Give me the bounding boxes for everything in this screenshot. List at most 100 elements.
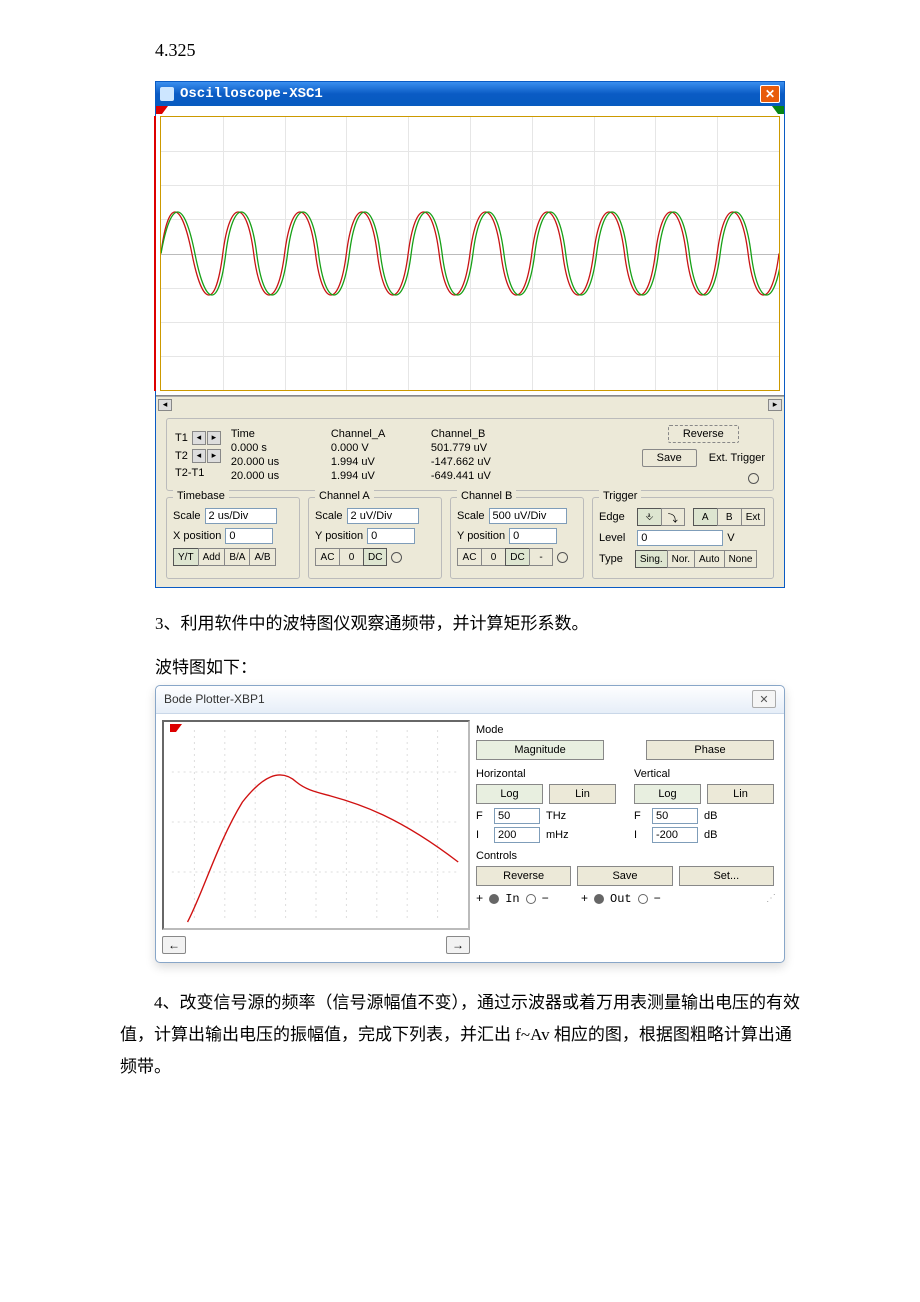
- edge-falling-icon[interactable]: ⤵: [661, 508, 685, 526]
- diff-time: 20.000 us: [231, 470, 321, 482]
- scroll-right-icon[interactable]: ▸: [768, 399, 782, 411]
- horiz-i-input[interactable]: 200: [494, 827, 540, 843]
- diff-cha: 1.994 uV: [331, 470, 421, 482]
- ext-trigger-radio[interactable]: [748, 473, 759, 484]
- t2-cha: 1.994 uV: [331, 456, 421, 468]
- vert-f-input[interactable]: 50: [652, 808, 698, 824]
- bode-reverse-button[interactable]: Reverse: [476, 866, 571, 886]
- trigger-level-unit: V: [727, 532, 734, 544]
- in-plus-port-icon[interactable]: [489, 894, 499, 904]
- trigger-type-label: Type: [599, 553, 623, 565]
- trigger-auto-button[interactable]: Auto: [694, 550, 724, 568]
- mode-add-button[interactable]: Add: [198, 548, 225, 566]
- chb-header: Channel_B: [431, 428, 521, 440]
- out-minus-port-icon[interactable]: [638, 894, 648, 904]
- cha-probe-radio[interactable]: [391, 552, 402, 563]
- chb-ypos-label: Y position: [457, 530, 505, 542]
- trigger-src-ext-button[interactable]: Ext: [741, 508, 765, 526]
- chb-0-button[interactable]: 0: [481, 548, 505, 566]
- horiz-log-button[interactable]: Log: [476, 784, 543, 804]
- oscilloscope-window: Oscilloscope-XSC1 ✕: [155, 81, 785, 588]
- horiz-f-unit: THz: [546, 810, 576, 822]
- trigger-src-b-button[interactable]: B: [717, 508, 741, 526]
- cursor-t2-marker-icon[interactable]: [772, 106, 784, 114]
- horizontal-scrollbar[interactable]: ◂ ▸: [156, 396, 784, 412]
- question-4-text: 4、改变信号源的频率（信号源幅值不变），通过示波器或着万用表测量输出电压的有效值…: [120, 987, 800, 1084]
- t2-step-right-icon[interactable]: ▸: [207, 449, 221, 463]
- bode-close-icon[interactable]: ✕: [752, 690, 776, 708]
- close-icon[interactable]: ✕: [760, 85, 780, 103]
- bode-save-button[interactable]: Save: [577, 866, 672, 886]
- cursor-t1-marker-icon[interactable]: [156, 106, 168, 114]
- cursor-t2-label: T2: [175, 450, 188, 462]
- trigger-legend: Trigger: [599, 490, 641, 502]
- vertical-label: Vertical: [634, 768, 774, 780]
- phase-button[interactable]: Phase: [646, 740, 774, 760]
- magnitude-button[interactable]: Magnitude: [476, 740, 604, 760]
- oscilloscope-screen: [156, 106, 784, 396]
- trigger-src-a-button[interactable]: A: [693, 508, 717, 526]
- save-button[interactable]: Save: [642, 449, 697, 467]
- t2-chb: -147.662 uV: [431, 456, 521, 468]
- chb-scale-input[interactable]: 500 uV/Div: [489, 508, 567, 524]
- bode-window: Bode Plotter-XBP1 ✕: [155, 685, 785, 963]
- out-plus-port-icon[interactable]: [594, 894, 604, 904]
- vert-f-unit: dB: [704, 810, 734, 822]
- mode-yt-button[interactable]: Y/T: [173, 548, 198, 566]
- chb-probe-radio[interactable]: [557, 552, 568, 563]
- t1-step-left-icon[interactable]: ◂: [192, 431, 206, 445]
- trigger-level-label: Level: [599, 532, 625, 544]
- trigger-sing-button[interactable]: Sing.: [635, 550, 667, 568]
- cha-dc-button[interactable]: DC: [363, 548, 387, 566]
- trigger-none-button[interactable]: None: [724, 550, 758, 568]
- chb-inv-button[interactable]: -: [529, 548, 553, 566]
- t2-time: 20.000 us: [231, 456, 321, 468]
- bode-nav-left-icon[interactable]: ←: [162, 936, 186, 954]
- vert-i-label: I: [634, 829, 646, 841]
- diff-chb: -649.441 uV: [431, 470, 521, 482]
- horiz-f-input[interactable]: 50: [494, 808, 540, 824]
- t1-cha: 0.000 V: [331, 442, 421, 454]
- cha-ac-button[interactable]: AC: [315, 548, 339, 566]
- chb-ac-button[interactable]: AC: [457, 548, 481, 566]
- bode-nav-right-icon[interactable]: →: [446, 936, 470, 954]
- timebase-xpos-input[interactable]: 0: [225, 528, 273, 544]
- timebase-scale-label: Scale: [173, 510, 201, 522]
- cursor-readout: T1 ◂ ▸ T2 ◂ ▸ T2-T1: [166, 418, 774, 491]
- vert-log-button[interactable]: Log: [634, 784, 701, 804]
- cha-scale-label: Scale: [315, 510, 343, 522]
- resize-grip-icon[interactable]: ⋰: [766, 893, 774, 905]
- trigger-edge-label: Edge: [599, 511, 625, 523]
- cha-header: Channel_A: [331, 428, 421, 440]
- channel-b-group: Channel B Scale 500 uV/Div Y position 0 …: [450, 497, 584, 579]
- mode-ab-button[interactable]: A/B: [249, 548, 275, 566]
- timebase-scale-input[interactable]: 2 us/Div: [205, 508, 277, 524]
- vert-i-input[interactable]: -200: [652, 827, 698, 843]
- chb-dc-button[interactable]: DC: [505, 548, 529, 566]
- mode-ba-button[interactable]: B/A: [224, 548, 249, 566]
- vert-lin-button[interactable]: Lin: [707, 784, 774, 804]
- cha-scale-input[interactable]: 2 uV/Div: [347, 508, 419, 524]
- horiz-lin-button[interactable]: Lin: [549, 784, 616, 804]
- cha-ypos-input[interactable]: 0: [367, 528, 415, 544]
- ext-trigger-label: Ext. Trigger: [709, 452, 765, 464]
- oscilloscope-title: Oscilloscope-XSC1: [180, 86, 323, 102]
- t2-step-left-icon[interactable]: ◂: [192, 449, 206, 463]
- timebase-legend: Timebase: [173, 490, 229, 502]
- in-minus-port-icon[interactable]: [526, 894, 536, 904]
- cha-0-button[interactable]: 0: [339, 548, 363, 566]
- cursor-t1-label: T1: [175, 432, 188, 444]
- channel-a-group: Channel A Scale 2 uV/Div Y position 0 AC…: [308, 497, 442, 579]
- chb-ypos-input[interactable]: 0: [509, 528, 557, 544]
- trigger-nor-button[interactable]: Nor.: [667, 550, 694, 568]
- oscilloscope-titlebar[interactable]: Oscilloscope-XSC1 ✕: [156, 82, 784, 106]
- t1-step-right-icon[interactable]: ▸: [207, 431, 221, 445]
- bode-set-button[interactable]: Set...: [679, 866, 774, 886]
- edge-rising-icon[interactable]: ⎀: [637, 508, 661, 526]
- in-label: In: [505, 892, 519, 906]
- bode-titlebar[interactable]: Bode Plotter-XBP1 ✕: [156, 686, 784, 714]
- out-label: Out: [610, 892, 632, 906]
- trigger-level-input[interactable]: 0: [637, 530, 723, 546]
- scroll-left-icon[interactable]: ◂: [158, 399, 172, 411]
- reverse-button[interactable]: Reverse: [668, 425, 739, 443]
